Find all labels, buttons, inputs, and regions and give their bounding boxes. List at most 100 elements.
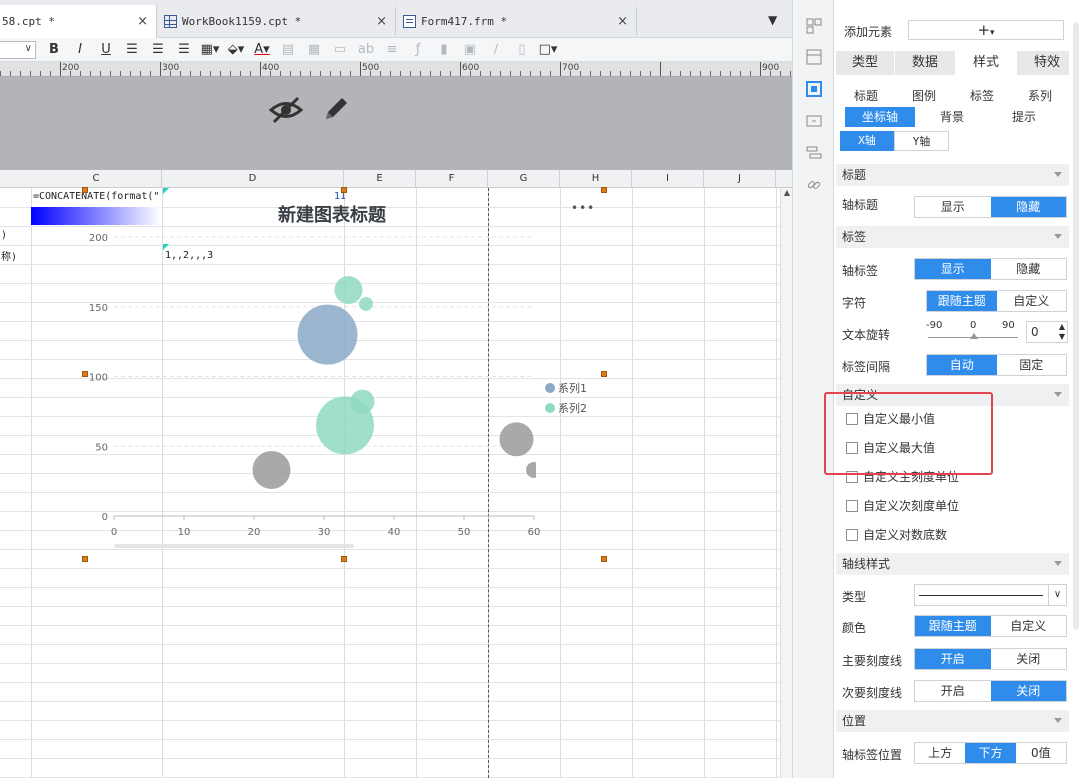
tab-58-cpt[interactable]: 58.cpt * × bbox=[0, 5, 157, 38]
label-position-toggle[interactable]: 上方 下方 0值 bbox=[914, 742, 1067, 764]
scrollbar-thumb[interactable] bbox=[1073, 22, 1079, 630]
tab-menu-icon[interactable]: ▼ bbox=[768, 13, 777, 27]
close-icon[interactable]: × bbox=[137, 14, 148, 29]
resize-handle[interactable] bbox=[82, 371, 88, 377]
charset-custom[interactable]: 自定义 bbox=[996, 291, 1066, 311]
align-left-icon[interactable]: ☰ bbox=[122, 42, 142, 57]
subtab-legend[interactable]: 图例 bbox=[900, 86, 948, 106]
axis-title-show[interactable]: 显示 bbox=[915, 197, 991, 217]
close-icon[interactable]: × bbox=[617, 14, 628, 29]
align-right-icon[interactable]: ☰ bbox=[174, 42, 194, 57]
subtab-title[interactable]: 标题 bbox=[842, 86, 890, 106]
spreadsheet-grid[interactable]: C D E F G H I J =CONCATENATE(format(" 11… bbox=[0, 170, 792, 778]
pencil-icon[interactable] bbox=[320, 93, 352, 125]
resize-handle[interactable] bbox=[341, 556, 347, 562]
border-icon[interactable]: ▦▾ bbox=[200, 42, 220, 57]
interval-fixed[interactable]: 固定 bbox=[996, 355, 1066, 375]
page-icon[interactable]: ▯ bbox=[512, 42, 532, 57]
section-axis-style[interactable]: 轴线样式 bbox=[836, 553, 1070, 575]
widget-icon[interactable] bbox=[806, 113, 822, 129]
left-cell-1[interactable]: ) bbox=[1, 230, 7, 241]
resize-handle[interactable] bbox=[601, 187, 607, 193]
major-tick-off[interactable]: 关闭 bbox=[990, 649, 1066, 669]
slider-thumb[interactable] bbox=[970, 333, 978, 339]
major-tick-toggle[interactable]: 开启 关闭 bbox=[914, 648, 1067, 670]
label-pos-top[interactable]: 上方 bbox=[915, 743, 966, 763]
left-cell-2[interactable]: 称) bbox=[1, 248, 17, 263]
column-header-j[interactable]: J bbox=[704, 170, 776, 188]
column-header-g[interactable]: G bbox=[488, 170, 560, 188]
eye-off-icon[interactable] bbox=[268, 95, 304, 125]
checkbox-custom-minor[interactable]: 自定义次刻度单位 bbox=[846, 497, 959, 514]
interval-toggle[interactable]: 自动 固定 bbox=[926, 354, 1067, 376]
section-position[interactable]: 位置 bbox=[836, 710, 1070, 732]
resize-handle[interactable] bbox=[82, 556, 88, 562]
cell-attr-icon[interactable] bbox=[806, 81, 822, 97]
bubble-chart[interactable]: 0 50 100 150 200 0 10 20 30 40 50 60 bbox=[70, 195, 615, 560]
tab-x-axis[interactable]: X轴 bbox=[840, 131, 894, 151]
column-header-i[interactable]: I bbox=[632, 170, 704, 188]
add-element-button[interactable]: +▾ bbox=[908, 20, 1064, 40]
label-icon[interactable]: ab bbox=[356, 42, 376, 57]
charset-toggle[interactable]: 跟随主题 自定义 bbox=[926, 290, 1067, 312]
panel-scrollbar[interactable] bbox=[1069, 20, 1083, 778]
merge-icon[interactable]: ▤ bbox=[278, 42, 298, 57]
scroll-up-icon[interactable]: ▲ bbox=[781, 188, 792, 200]
bar-chart-icon[interactable]: ▮ bbox=[434, 42, 454, 57]
column-header-e[interactable]: E bbox=[344, 170, 416, 188]
italic-button[interactable]: I bbox=[70, 42, 90, 57]
rotation-input[interactable]: 0 ▲ ▼ bbox=[1026, 321, 1068, 343]
checkbox[interactable] bbox=[846, 499, 858, 512]
section-label[interactable]: 标签 bbox=[836, 226, 1070, 248]
legend-item[interactable]: 系列1 bbox=[545, 380, 587, 396]
line-color-custom[interactable]: 自定义 bbox=[990, 616, 1066, 636]
link-icon[interactable] bbox=[806, 177, 822, 193]
axis-label-hide[interactable]: 隐藏 bbox=[990, 259, 1066, 279]
image-icon[interactable]: ▣ bbox=[460, 42, 480, 57]
legend-item[interactable]: 系列2 bbox=[545, 400, 587, 416]
formula-icon[interactable]: ƒ bbox=[408, 42, 428, 57]
axis-label-toggle[interactable]: 显示 隐藏 bbox=[914, 258, 1067, 280]
column-header-h[interactable]: H bbox=[560, 170, 632, 188]
minor-tick-off[interactable]: 关闭 bbox=[990, 681, 1066, 701]
layers-icon[interactable] bbox=[806, 145, 822, 161]
frame-icon[interactable]: □▾ bbox=[538, 42, 558, 57]
column-header-f[interactable]: F bbox=[416, 170, 488, 188]
close-icon[interactable]: × bbox=[376, 14, 387, 29]
axis-label-show[interactable]: 显示 bbox=[915, 259, 991, 279]
table-icon[interactable]: ▦ bbox=[304, 42, 324, 57]
subtab-label[interactable]: 标签 bbox=[958, 86, 1006, 106]
align-center-icon[interactable]: ☰ bbox=[148, 42, 168, 57]
tab-effect[interactable]: 特效 bbox=[1017, 51, 1077, 75]
minor-tick-toggle[interactable]: 开启 关闭 bbox=[914, 680, 1067, 702]
line-color-toggle[interactable]: 跟随主题 自定义 bbox=[914, 615, 1067, 637]
column-header-d[interactable]: D bbox=[162, 170, 344, 188]
line-type-select[interactable]: ∨ bbox=[914, 584, 1067, 606]
resize-handle[interactable] bbox=[601, 556, 607, 562]
major-tick-on[interactable]: 开启 bbox=[915, 649, 991, 669]
bold-button[interactable]: B bbox=[44, 42, 64, 57]
tab-style[interactable]: 样式 bbox=[956, 51, 1016, 75]
vertical-scrollbar[interactable]: ▲ bbox=[780, 188, 792, 778]
font-color-icon[interactable]: A▾ bbox=[252, 42, 272, 57]
settings-icon[interactable] bbox=[806, 49, 822, 65]
subtab-tooltip[interactable]: 提示 bbox=[996, 107, 1052, 127]
tab-y-axis[interactable]: Y轴 bbox=[894, 131, 949, 151]
brush-icon[interactable]: ∕ bbox=[486, 42, 506, 57]
resize-handle[interactable] bbox=[82, 187, 88, 193]
checkbox[interactable] bbox=[846, 528, 858, 541]
subtab-background[interactable]: 背景 bbox=[924, 107, 980, 127]
rotation-slider[interactable]: -90 0 90 bbox=[926, 320, 1020, 342]
checkbox-custom-log[interactable]: 自定义对数底数 bbox=[846, 526, 947, 543]
resize-handle[interactable] bbox=[601, 371, 607, 377]
interval-auto[interactable]: 自动 bbox=[927, 355, 997, 375]
label-pos-zero[interactable]: 0值 bbox=[1015, 743, 1066, 763]
tab-form417[interactable]: Form417.frm * × bbox=[397, 7, 637, 35]
subtab-series[interactable]: 系列 bbox=[1016, 86, 1064, 106]
tab-workbook1159[interactable]: WorkBook1159.cpt * × bbox=[158, 7, 396, 35]
more-icon[interactable]: ••• bbox=[571, 201, 595, 215]
line-color-follow[interactable]: 跟随主题 bbox=[915, 616, 991, 636]
font-size-select[interactable]: ∨ bbox=[0, 40, 36, 59]
component-icon[interactable] bbox=[806, 18, 822, 34]
textbox-icon[interactable]: ▭ bbox=[330, 42, 350, 57]
